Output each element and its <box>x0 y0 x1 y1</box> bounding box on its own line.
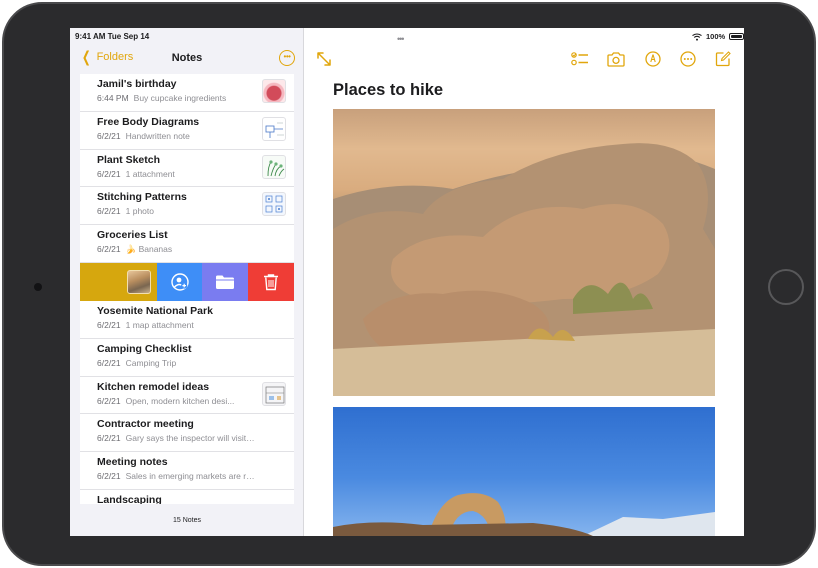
note-meta: 6/2/21 Handwritten note <box>97 131 190 141</box>
note-meta: 6/2/21 1 map attachment <box>97 320 194 330</box>
note-date: 6/2/21 <box>97 433 121 444</box>
note-row[interactable]: Plant Sketch 6/2/21 1 attachment <box>80 150 294 188</box>
note-title: Meeting notes <box>97 456 168 469</box>
status-time: 9:41 AM Tue Sep 14 <box>75 32 150 41</box>
mountain-arch-photo[interactable] <box>333 407 715 536</box>
compose-icon <box>715 51 731 67</box>
note-date: 6/2/21 <box>97 357 121 368</box>
swipe-actions-row <box>80 262 294 301</box>
note-meta: 6/2/21 🍌 Bananas <box>97 244 172 255</box>
note-title: Yosemite National Park <box>97 304 213 317</box>
note-preview: 1 map attachment <box>125 319 194 330</box>
note-title: Stitching Patterns <box>97 191 187 204</box>
chevron-left-icon: ❮ <box>81 48 91 66</box>
note-meta: 6/2/21 1 photo <box>97 206 154 216</box>
note-preview: Open, modern kitchen desi... <box>125 395 235 406</box>
note-date: 6/2/21 <box>97 130 121 141</box>
note-preview: Gary says the inspector will visit n... <box>125 433 255 444</box>
note-meta: 6:44 PM Buy cupcake ingredients <box>97 93 226 103</box>
screen: 9:41 AM Tue Sep 14 ❮ Folders Notes ••• J… <box>70 28 744 536</box>
rock-photo-thumbnail-icon <box>126 269 151 294</box>
note-preview: Sales in emerging markets are ren... <box>125 471 255 482</box>
note-detail-pane: ••• 100% Places to hike <box>305 28 744 536</box>
kitchen-plan-thumbnail-icon <box>262 381 286 406</box>
note-row[interactable]: Groceries List 6/2/21 🍌 Bananas <box>80 225 294 263</box>
note-meta: 6/2/21 1 attachment <box>97 169 175 179</box>
delete-note-button[interactable] <box>248 262 294 301</box>
note-date: 6/2/21 <box>97 471 121 482</box>
note-meta: 6/2/21 Camping Trip <box>97 358 176 368</box>
stitch-pattern-thumbnail-icon <box>262 192 286 217</box>
note-meta: 6/2/21 Sales in emerging markets are ren.… <box>97 471 255 481</box>
share-note-button[interactable] <box>156 262 203 301</box>
note-preview: 🍌 Bananas <box>125 244 173 255</box>
move-note-button[interactable] <box>202 262 249 301</box>
note-preview: 1 attachment <box>125 168 175 179</box>
note-row[interactable]: Kitchen remodel ideas 6/2/21 Open, modern… <box>80 377 294 415</box>
notes-sidebar: 9:41 AM Tue Sep 14 ❮ Folders Notes ••• J… <box>70 28 304 536</box>
note-title: Camping Checklist <box>97 342 192 355</box>
note-date: 6/2/21 <box>97 244 121 255</box>
trash-icon <box>264 274 279 291</box>
note-preview: 1 photo <box>125 206 155 217</box>
battery-icon <box>729 33 744 40</box>
more-icon <box>680 51 696 67</box>
swiped-note-cell[interactable] <box>80 262 157 301</box>
status-right: 100% <box>692 32 744 41</box>
compose-button[interactable] <box>714 50 732 68</box>
note-row[interactable]: Landscaping <box>80 490 294 504</box>
desert-rocks-photo[interactable] <box>333 109 715 396</box>
note-row[interactable]: Camping Checklist 6/2/21 Camping Trip <box>80 339 294 377</box>
note-date: 6/2/21 <box>97 206 121 217</box>
note-preview: Handwritten note <box>125 130 190 141</box>
note-title: Plant Sketch <box>97 153 161 166</box>
note-row[interactable]: Yosemite National Park 6/2/21 1 map attac… <box>80 301 294 339</box>
note-row[interactable]: Meeting notes 6/2/21 Sales in emerging ma… <box>80 452 294 490</box>
note-title: Landscaping <box>97 493 162 504</box>
note-preview: Buy cupcake ingredients <box>133 93 227 103</box>
note-title: Contractor meeting <box>97 418 194 431</box>
folders-back-button[interactable]: ❮ Folders <box>80 48 134 66</box>
cake-thumbnail-icon <box>262 79 286 103</box>
markup-pen-icon <box>645 51 661 67</box>
note-meta: 6/2/21 Open, modern kitchen desi... <box>97 396 234 406</box>
sidebar-nav-bar: ❮ Folders Notes ••• <box>70 46 304 72</box>
note-preview: Camping Trip <box>125 357 177 368</box>
battery-percent: 100% <box>706 32 726 41</box>
expand-button[interactable] <box>315 50 333 68</box>
note-row[interactable]: Jamil's birthday 6:44 PM Buy cupcake ingr… <box>80 74 294 112</box>
checklist-button[interactable] <box>571 50 589 68</box>
note-row[interactable]: Contractor meeting 6/2/21 Gary says the i… <box>80 414 294 453</box>
more-button[interactable] <box>679 50 697 68</box>
notes-list: Jamil's birthday 6:44 PM Buy cupcake ingr… <box>80 74 294 504</box>
note-title: Free Body Diagrams <box>97 115 200 128</box>
home-button[interactable] <box>768 269 804 305</box>
front-camera <box>34 283 42 291</box>
note-date: 6:44 PM <box>97 93 129 103</box>
markup-button[interactable] <box>644 50 662 68</box>
camera-button[interactable] <box>607 50 625 68</box>
expand-icon <box>317 52 331 66</box>
note-title: Jamil's birthday <box>97 78 177 90</box>
more-options-icon[interactable]: ••• <box>279 50 295 66</box>
note-heading: Places to hike <box>333 81 444 99</box>
note-date: 6/2/21 <box>97 319 121 330</box>
folders-back-label: Folders <box>96 51 134 63</box>
folder-icon <box>216 275 235 289</box>
wifi-icon <box>692 32 702 41</box>
note-title: Kitchen remodel ideas <box>97 380 210 393</box>
note-date: 6/2/21 <box>97 168 121 179</box>
plant-thumbnail-icon <box>262 154 286 179</box>
multitasking-dots-icon[interactable]: ••• <box>397 34 405 44</box>
note-meta: 6/2/21 Gary says the inspector will visit… <box>97 433 255 443</box>
share-person-icon <box>170 273 189 291</box>
checklist-icon <box>571 52 588 66</box>
note-title: Groceries List <box>97 229 168 242</box>
note-row[interactable]: Free Body Diagrams 6/2/21 Handwritten not… <box>80 112 294 150</box>
diagram-thumbnail-icon <box>262 116 286 141</box>
note-row[interactable]: Stitching Patterns 6/2/21 1 photo <box>80 187 294 226</box>
notes-count: 15 Notes <box>172 517 202 524</box>
note-date: 6/2/21 <box>97 395 121 406</box>
camera-icon <box>607 51 625 67</box>
